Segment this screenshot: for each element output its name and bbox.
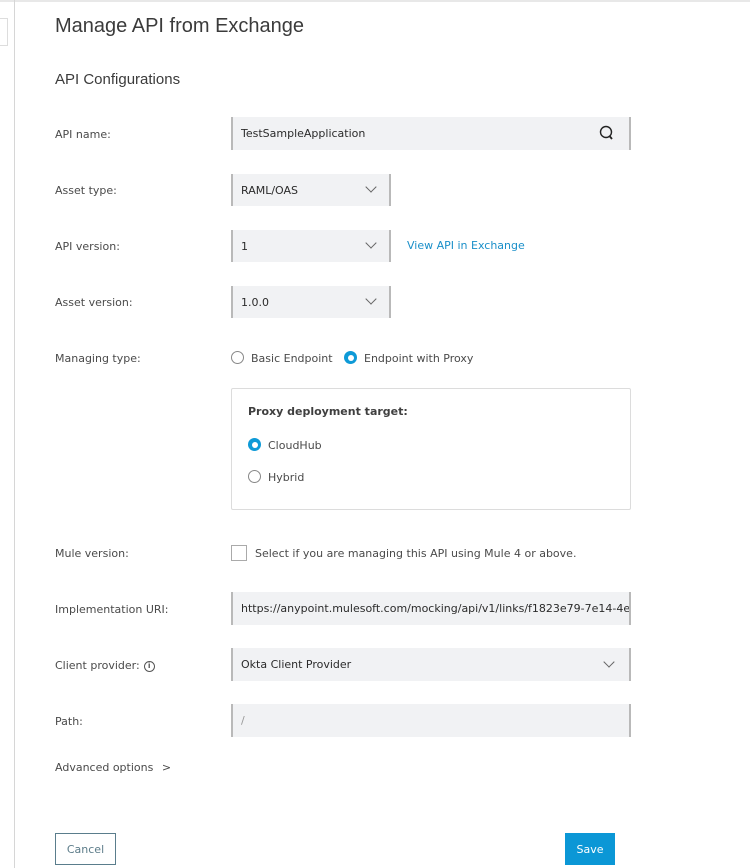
chevron-down-icon xyxy=(365,293,377,305)
basic-endpoint-radio[interactable] xyxy=(231,351,244,364)
info-icon[interactable]: i xyxy=(143,660,155,672)
path-label: Path: xyxy=(55,715,83,728)
save-button[interactable]: Save xyxy=(565,833,615,865)
search-icon[interactable] xyxy=(599,125,615,141)
proxy-deployment-title: Proxy deployment target: xyxy=(248,405,408,418)
client-provider-label: Client provider: xyxy=(55,659,140,672)
asset-type-select[interactable]: RAML/OAS xyxy=(231,174,391,206)
chevron-down-icon xyxy=(365,237,377,249)
path-input[interactable]: / xyxy=(231,704,631,737)
panel-border xyxy=(14,0,15,868)
api-version-label: API version: xyxy=(55,240,120,253)
cancel-button[interactable]: Cancel xyxy=(55,833,116,865)
section-title: API Configurations xyxy=(55,71,181,88)
managing-type-label: Managing type: xyxy=(55,352,141,365)
mule-version-label: Mule version: xyxy=(55,547,129,560)
basic-endpoint-label[interactable]: Basic Endpoint xyxy=(251,352,333,365)
asset-version-label: Asset version: xyxy=(55,296,133,309)
implementation-uri-input[interactable]: https://anypoint.mulesoft.com/mocking/ap… xyxy=(231,592,631,625)
cloudhub-label[interactable]: CloudHub xyxy=(268,439,322,452)
hybrid-label[interactable]: Hybrid xyxy=(268,471,304,484)
asset-type-label: Asset type: xyxy=(55,184,117,197)
api-name-input[interactable]: TestSampleApplication xyxy=(231,117,631,150)
endpoint-with-proxy-radio[interactable] xyxy=(344,351,357,364)
cloudhub-radio[interactable] xyxy=(248,438,261,451)
view-api-in-exchange-link[interactable]: View API in Exchange xyxy=(407,239,525,252)
client-provider-value: Okta Client Provider xyxy=(241,658,352,671)
api-version-select[interactable]: 1 xyxy=(231,230,391,262)
implementation-uri-label: Implementation URI: xyxy=(55,603,169,616)
asset-type-value: RAML/OAS xyxy=(241,183,299,197)
hybrid-radio[interactable] xyxy=(248,470,261,483)
client-provider-select[interactable]: Okta Client Provider xyxy=(231,648,631,681)
asset-version-select[interactable]: 1.0.0 xyxy=(231,286,391,318)
api-version-value: 1 xyxy=(241,239,248,253)
endpoint-with-proxy-label[interactable]: Endpoint with Proxy xyxy=(364,352,473,365)
advanced-options-label: Advanced options xyxy=(55,761,154,774)
advanced-options-toggle[interactable]: Advanced options > xyxy=(55,761,171,774)
asset-version-value: 1.0.0 xyxy=(241,295,269,309)
path-placeholder: / xyxy=(241,714,245,727)
mule4-checkbox[interactable] xyxy=(231,545,247,561)
chevron-down-icon xyxy=(365,181,377,193)
client-provider-label-row: Client provider: i xyxy=(55,659,155,672)
api-name-value: TestSampleApplication xyxy=(241,127,366,140)
implementation-uri-value: https://anypoint.mulesoft.com/mocking/ap… xyxy=(241,602,631,615)
page-title: Manage API from Exchange xyxy=(55,15,305,37)
api-name-label: API name: xyxy=(55,128,111,141)
chevron-down-icon xyxy=(603,656,615,668)
top-divider xyxy=(0,0,750,2)
left-panel-stub xyxy=(0,18,8,46)
chevron-right-icon: > xyxy=(161,761,172,774)
mule4-checkbox-label[interactable]: Select if you are managing this API usin… xyxy=(255,547,576,560)
